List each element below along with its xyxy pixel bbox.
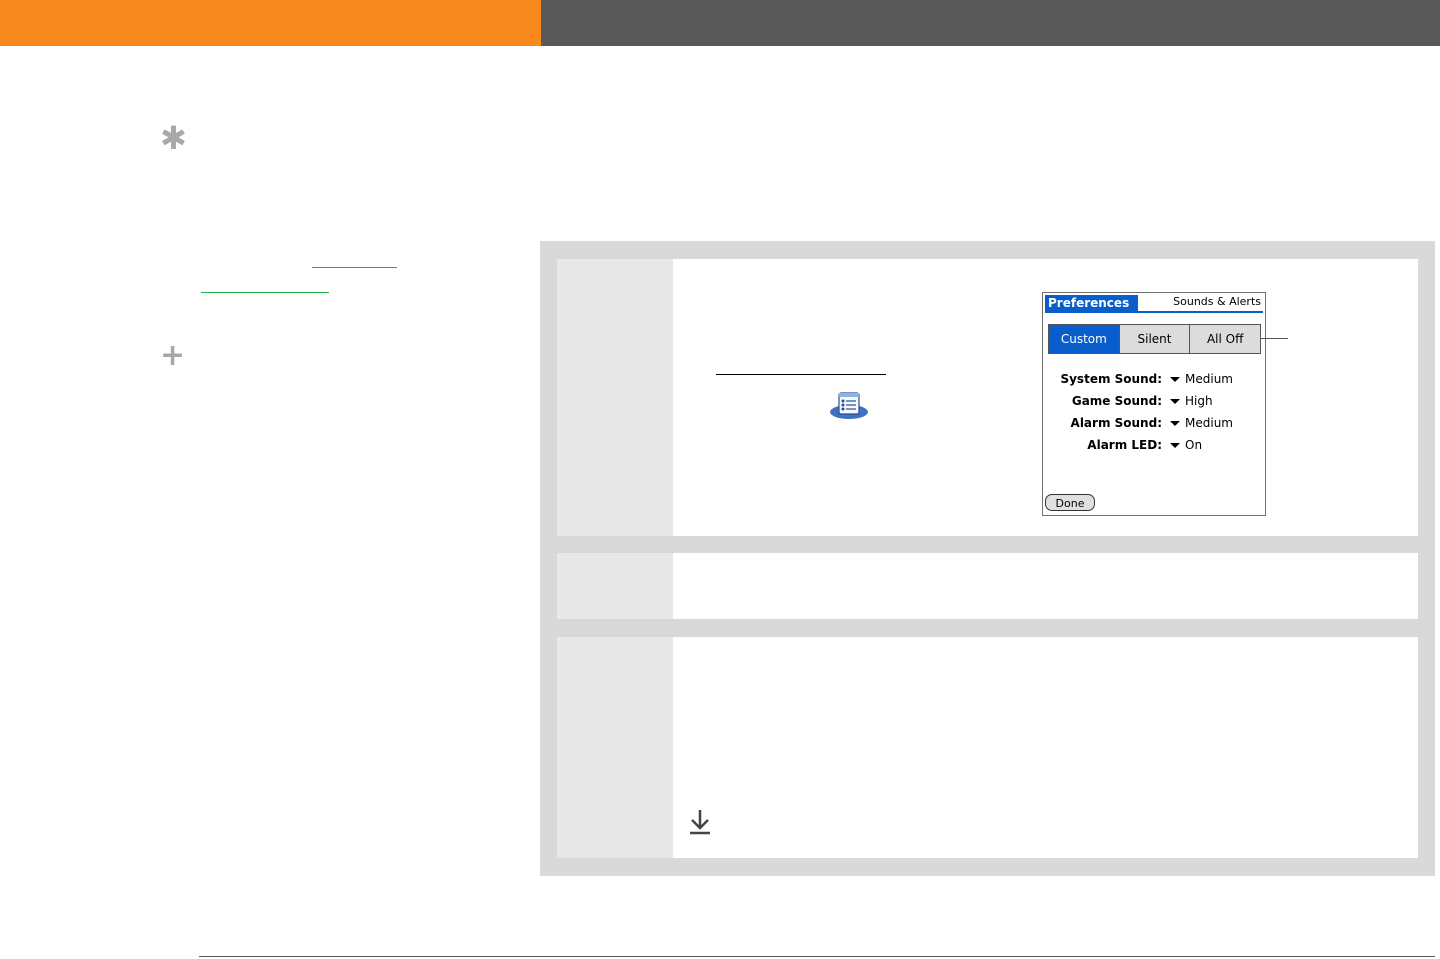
callout-leader-line <box>1260 338 1288 339</box>
asterisk-icon: ✱ <box>160 119 187 157</box>
step-2-number-cell <box>557 553 673 619</box>
dropdown-arrow-icon[interactable] <box>1170 399 1180 404</box>
alarm-sound-label: Alarm Sound: <box>1070 416 1162 430</box>
alarm-led-row[interactable]: Alarm LED: On <box>1043 436 1267 454</box>
header-bar-orange <box>0 0 541 46</box>
plus-icon: + <box>160 338 186 373</box>
system-sound-label: System Sound: <box>1060 372 1162 386</box>
profile-custom-button[interactable]: Custom <box>1049 325 1119 353</box>
alarm-led-label: Alarm LED: <box>1087 438 1162 452</box>
dropdown-arrow-icon[interactable] <box>1170 377 1180 382</box>
alarm-sound-row[interactable]: Alarm Sound: Medium <box>1043 414 1267 432</box>
cross-reference-link-continued[interactable] <box>201 292 329 293</box>
game-sound-row[interactable]: Game Sound: High <box>1043 392 1267 410</box>
header-bar-gray <box>541 0 1440 46</box>
alarm-sound-value[interactable]: Medium <box>1185 414 1233 432</box>
palm-sounds-alerts-screen: Preferences Sounds & Alerts Custom Silen… <box>1042 292 1266 516</box>
preferences-app-icon <box>830 392 868 419</box>
step-1 <box>557 259 1418 536</box>
palm-category-picker[interactable]: Sounds & Alerts <box>1173 295 1261 309</box>
system-sound-value[interactable]: Medium <box>1185 370 1233 388</box>
step-1-number-cell <box>557 259 673 536</box>
cross-reference-link[interactable] <box>312 267 397 268</box>
sound-profile-selector: Custom Silent All Off <box>1048 324 1261 354</box>
done-button[interactable]: Done <box>1045 494 1095 511</box>
alarm-led-value[interactable]: On <box>1185 436 1202 454</box>
dropdown-arrow-icon[interactable] <box>1170 443 1180 448</box>
menu-path-underline <box>716 374 886 375</box>
step-3-number-cell <box>557 637 673 858</box>
step-3 <box>557 637 1418 858</box>
arrow-down-to-line-icon[interactable] <box>688 808 712 836</box>
palm-app-title: Preferences <box>1045 295 1138 311</box>
step-2 <box>557 553 1418 619</box>
profile-all-off-button[interactable]: All Off <box>1189 325 1261 353</box>
palm-title-rule <box>1045 311 1263 313</box>
system-sound-row[interactable]: System Sound: Medium <box>1043 370 1267 388</box>
profile-silent-button[interactable]: Silent <box>1118 325 1190 353</box>
game-sound-label: Game Sound: <box>1071 394 1162 408</box>
game-sound-value[interactable]: High <box>1185 392 1213 410</box>
dropdown-arrow-icon[interactable] <box>1170 421 1180 426</box>
footer-rule <box>199 956 1435 957</box>
